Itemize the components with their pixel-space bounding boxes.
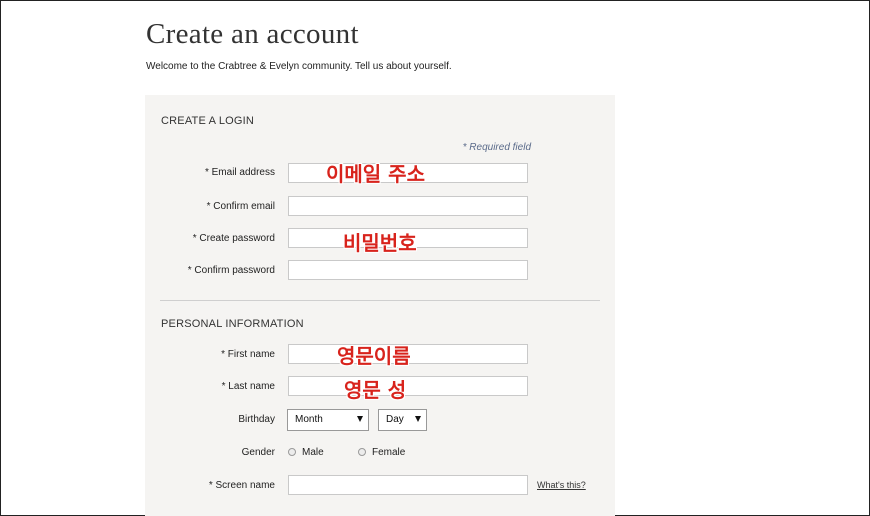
personal-information-heading: PERSONAL INFORMATION xyxy=(161,318,304,330)
create-password-label: * Create password xyxy=(192,233,275,244)
email-label: * Email address xyxy=(204,167,275,178)
gender-male-label[interactable]: Male xyxy=(302,447,324,458)
confirm-password-field[interactable] xyxy=(288,260,528,280)
month-select-value: Month xyxy=(295,414,323,425)
day-select-value: Day xyxy=(386,414,404,425)
first-name-annotation: 영문이름 xyxy=(337,344,411,368)
birthday-day-select[interactable]: Day xyxy=(378,409,427,431)
email-annotation: 이메일 주소 xyxy=(326,162,425,186)
confirm-email-field[interactable] xyxy=(288,196,528,216)
last-name-annotation: 영문 성 xyxy=(344,378,407,402)
birthday-label: Birthday xyxy=(238,414,275,425)
gender-female-radio[interactable] xyxy=(358,448,366,456)
password-annotation: 비밀번호 xyxy=(343,231,417,255)
gender-male-radio[interactable] xyxy=(288,448,296,456)
gender-label: Gender xyxy=(241,447,275,458)
birthday-month-select[interactable]: Month xyxy=(287,409,369,431)
gender-female-label[interactable]: Female xyxy=(372,447,405,458)
month-dropdown-arrow-icon xyxy=(357,416,363,422)
confirm-password-label: * Confirm password xyxy=(187,265,275,276)
whats-this-link[interactable]: What's this? xyxy=(537,480,586,490)
day-dropdown-arrow-icon xyxy=(415,416,421,422)
last-name-field[interactable] xyxy=(288,376,528,396)
last-name-label: * Last name xyxy=(221,381,275,392)
required-field-note: * Required field xyxy=(462,142,531,153)
confirm-email-label: * Confirm email xyxy=(206,201,275,212)
page-title: Create an account xyxy=(146,18,359,50)
screen-name-label: * Screen name xyxy=(208,480,275,491)
page-subtitle: Welcome to the Crabtree & Evelyn communi… xyxy=(146,61,452,72)
screen-name-field[interactable] xyxy=(288,475,528,495)
section-divider xyxy=(160,300,600,301)
create-login-heading: CREATE A LOGIN xyxy=(161,115,255,127)
first-name-label: * First name xyxy=(221,349,275,360)
